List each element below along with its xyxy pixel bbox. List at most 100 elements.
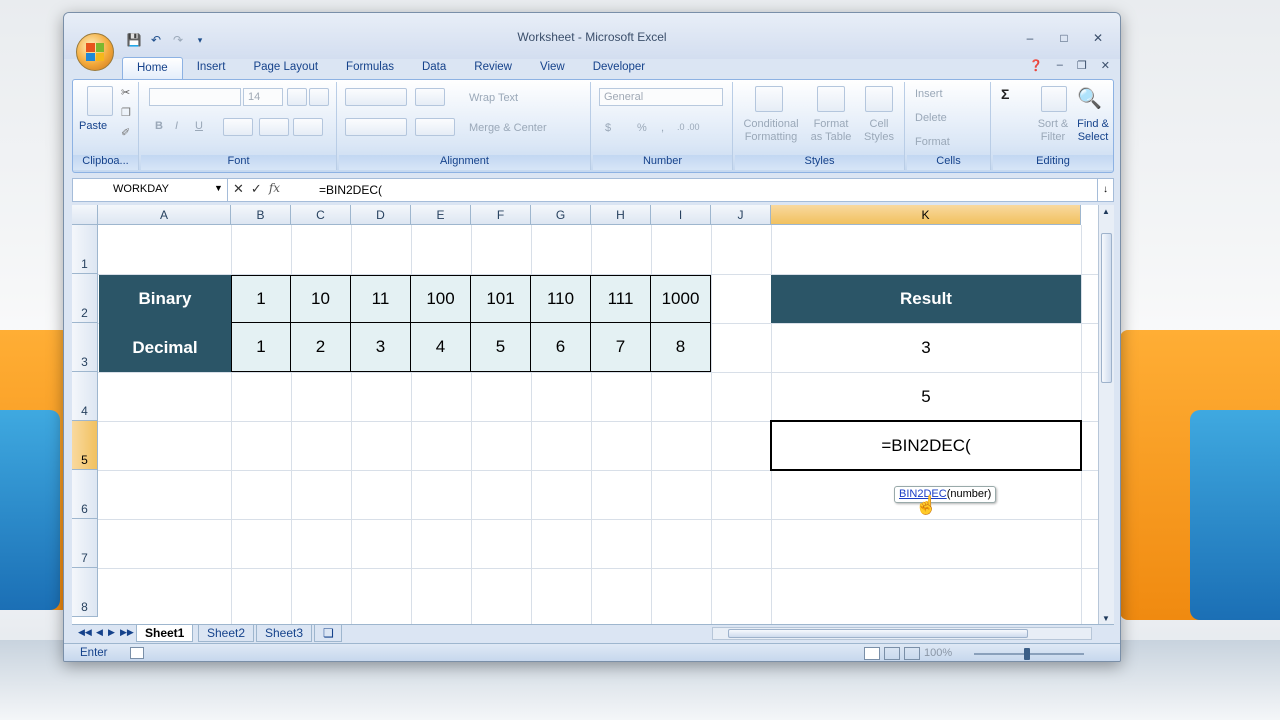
zoom-slider-knob[interactable]	[1024, 648, 1030, 660]
cut-icon[interactable]: ✂	[121, 86, 130, 99]
tab-review[interactable]: Review	[460, 57, 526, 79]
italic-button[interactable]: I	[175, 120, 178, 132]
grow-font-icon[interactable]	[287, 88, 307, 106]
decimal-cell[interactable]: 7	[591, 323, 651, 372]
horizontal-align-icon[interactable]	[345, 118, 407, 136]
column-header-b[interactable]: B	[231, 205, 291, 225]
column-header-d[interactable]: D	[351, 205, 411, 225]
scroll-up-icon[interactable]: ▲	[1102, 207, 1110, 216]
decimal-cell[interactable]: 1	[231, 323, 291, 372]
font-size-box[interactable]: 14	[243, 88, 283, 106]
first-sheet-icon[interactable]: ◀◀	[78, 627, 92, 638]
formula-input[interactable]: =BIN2DEC(	[319, 183, 382, 197]
cell-styles-icon[interactable]	[865, 86, 893, 112]
tab-home[interactable]: Home	[122, 57, 183, 79]
binary-cell[interactable]: 1	[231, 275, 291, 323]
font-name-box[interactable]	[149, 88, 241, 106]
format-painter-icon[interactable]: ✐	[121, 126, 130, 139]
help-icon[interactable]: ❓	[1029, 59, 1043, 72]
binary-cell[interactable]: 101	[471, 275, 531, 323]
result-cell[interactable]: 3	[771, 323, 1081, 372]
format-table-icon[interactable]	[817, 86, 845, 112]
tab-page-layout[interactable]: Page Layout	[239, 57, 332, 79]
cell-styles-button[interactable]: Cell Styles	[857, 118, 901, 144]
decimal-label-cell[interactable]: Decimal	[99, 323, 231, 372]
copy-icon[interactable]: ❐	[121, 106, 131, 119]
currency-button[interactable]: $	[605, 122, 611, 134]
decimal-cell[interactable]: 2	[291, 323, 351, 372]
name-box[interactable]: WORKDAY	[73, 179, 228, 201]
next-sheet-icon[interactable]: ▶	[108, 627, 115, 638]
zoom-slider[interactable]	[974, 648, 1084, 660]
find-select-button[interactable]: Find & Select	[1073, 118, 1113, 144]
row-header-3[interactable]: 3	[72, 323, 98, 372]
enter-icon[interactable]: ✓	[251, 181, 262, 197]
vertical-align-icon[interactable]	[345, 88, 407, 106]
page-layout-view-icon[interactable]	[884, 647, 900, 660]
column-header-k[interactable]: K	[771, 205, 1081, 225]
active-cell-k5[interactable]: =BIN2DEC(	[770, 420, 1082, 471]
result-header-cell[interactable]: Result	[771, 275, 1081, 323]
row-header-8[interactable]: 8	[72, 568, 98, 617]
decimal-cell[interactable]: 5	[471, 323, 531, 372]
maximize-button[interactable]: □	[1054, 31, 1074, 45]
merge-center-button[interactable]: Merge & Center	[469, 122, 547, 134]
minimize-button[interactable]: –	[1020, 31, 1040, 45]
find-icon[interactable]: 🔍	[1077, 86, 1102, 111]
underline-button[interactable]: U	[195, 120, 203, 132]
column-header-h[interactable]: H	[591, 205, 651, 225]
sheet-tab-sheet2[interactable]: Sheet2	[198, 625, 255, 642]
row-header-1[interactable]: 1	[72, 225, 98, 274]
select-all-corner[interactable]	[72, 205, 98, 225]
page-break-view-icon[interactable]	[904, 647, 920, 660]
binary-cell[interactable]: 111	[591, 275, 651, 323]
expand-formula-bar-icon[interactable]: ↓	[1097, 179, 1113, 201]
borders-icon[interactable]	[223, 118, 253, 136]
delete-cells-button[interactable]: Delete	[915, 112, 947, 124]
decimal-cell[interactable]: 8	[651, 323, 711, 372]
binary-cell[interactable]: 11	[351, 275, 411, 323]
font-color-icon[interactable]	[293, 118, 323, 136]
ribbon-minimize-icon[interactable]: –	[1057, 59, 1063, 72]
column-header-g[interactable]: G	[531, 205, 591, 225]
scroll-down-icon[interactable]: ▼	[1102, 614, 1110, 623]
column-header-j[interactable]: J	[711, 205, 771, 225]
column-header-i[interactable]: I	[651, 205, 711, 225]
column-header-f[interactable]: F	[471, 205, 531, 225]
format-as-table-button[interactable]: Format as Table	[807, 118, 855, 144]
office-button[interactable]	[76, 33, 114, 71]
last-sheet-icon[interactable]: ▶▶	[120, 627, 134, 638]
format-cells-button[interactable]: Format	[915, 136, 950, 148]
ribbon-restore-icon[interactable]: ❐	[1077, 59, 1087, 72]
row-header-6[interactable]: 6	[72, 470, 98, 519]
decimal-cell[interactable]: 4	[411, 323, 471, 372]
binary-cell[interactable]: 10	[291, 275, 351, 323]
row-header-2[interactable]: 2	[72, 274, 98, 323]
decimal-cell[interactable]: 3	[351, 323, 411, 372]
sort-filter-button[interactable]: Sort & Filter	[1033, 118, 1073, 144]
conditional-formatting-icon[interactable]	[755, 86, 783, 112]
column-header-e[interactable]: E	[411, 205, 471, 225]
tab-developer[interactable]: Developer	[579, 57, 659, 79]
binary-label-cell[interactable]: Binary	[99, 275, 231, 323]
horizontal-scrollbar[interactable]	[712, 627, 1092, 640]
number-format-box[interactable]: General	[599, 88, 723, 106]
zoom-level[interactable]: 100%	[924, 647, 952, 659]
ribbon-close-icon[interactable]: ✕	[1101, 59, 1110, 72]
conditional-formatting-button[interactable]: Conditional Formatting	[739, 118, 803, 144]
sort-filter-icon[interactable]	[1041, 86, 1067, 112]
column-header-c[interactable]: C	[291, 205, 351, 225]
insert-cells-button[interactable]: Insert	[915, 88, 943, 100]
sheet-tab-sheet1[interactable]: Sheet1	[136, 625, 194, 642]
vertical-scroll-thumb[interactable]	[1101, 233, 1112, 383]
prev-sheet-icon[interactable]: ◀	[96, 627, 103, 638]
percent-button[interactable]: %	[637, 122, 647, 134]
decimal-buttons[interactable]: .0 .00	[677, 122, 700, 132]
row-header-7[interactable]: 7	[72, 519, 98, 568]
cancel-icon[interactable]: ✕	[233, 181, 244, 197]
sheet-tab-sheet3[interactable]: Sheet3	[256, 625, 313, 642]
decimal-cell[interactable]: 6	[531, 323, 591, 372]
fill-color-icon[interactable]	[259, 118, 289, 136]
orientation-icon[interactable]	[415, 88, 445, 106]
result-cell[interactable]: 5	[771, 372, 1081, 421]
